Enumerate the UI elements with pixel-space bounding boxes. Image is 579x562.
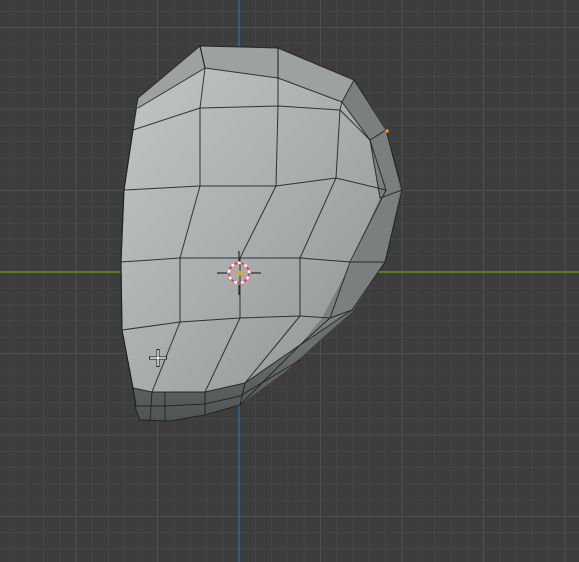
mesh-object[interactable]	[120, 45, 403, 422]
viewport-canvas[interactable]	[0, 0, 579, 562]
3d-cursor-center	[236, 270, 242, 276]
3d-viewport[interactable]	[0, 0, 579, 562]
selected-vertex[interactable]	[385, 129, 389, 133]
